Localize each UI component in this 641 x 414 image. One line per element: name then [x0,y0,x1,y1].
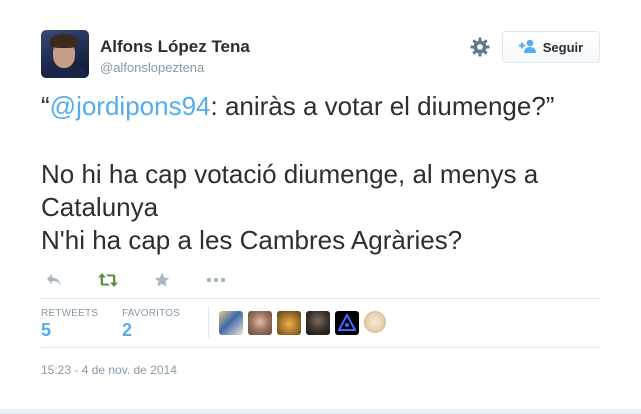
follow-button-label: Seguir [542,39,584,55]
favoriter-avatar[interactable] [335,311,359,335]
author-avatar[interactable] [41,30,89,78]
favoriter-avatar[interactable] [306,311,330,335]
favorite-star-icon[interactable] [152,272,172,288]
author-handle[interactable]: @alfonslopeztena [100,60,204,75]
tweet-timestamp[interactable]: 15:23 - 4 de nov. de 2014 [41,363,177,377]
quote-open: “ [41,91,50,121]
retweets-label: RETWEETS [41,308,99,319]
retweet-icon[interactable] [98,272,118,288]
tweet-text: “@jordipons94: aniràs a votar el diumeng… [41,90,601,257]
gear-icon[interactable] [470,37,490,57]
reply-icon[interactable] [44,272,64,288]
favoriter-avatar[interactable] [364,311,386,333]
tweet-actions [44,270,260,290]
tweet-line-1: “@jordipons94: aniràs a votar el diumeng… [41,90,601,123]
more-icon[interactable] [206,272,226,288]
footer-strip [0,409,641,414]
stats-bottom-divider [41,347,601,348]
favoriter-avatar[interactable] [277,311,301,335]
favoriter-avatar[interactable] [248,311,272,335]
tweet-line-3: Catalunya [41,192,159,222]
tweet-line-4: N'hi ha cap a les Cambres Agràries? [41,225,463,255]
author-display-name[interactable]: Alfons López Tena [100,37,250,57]
favoriter-avatar[interactable] [219,311,243,335]
follow-button[interactable]: Seguir [502,31,600,63]
retweets-count[interactable]: 5 [41,320,51,341]
favoriters-avatars [219,311,386,335]
follow-person-plus-icon [518,39,537,56]
stats-separator [208,306,209,338]
tweet-line-2: No hi ha cap votació diumenge, al menys … [41,159,539,189]
quote-rest: : aniràs a votar el diumenge?” [210,91,555,121]
favorites-count[interactable]: 2 [122,320,132,341]
favorites-label: FAVORITOS [122,308,181,319]
stats-top-divider [41,298,601,299]
mention-link[interactable]: @jordipons94 [50,91,211,121]
